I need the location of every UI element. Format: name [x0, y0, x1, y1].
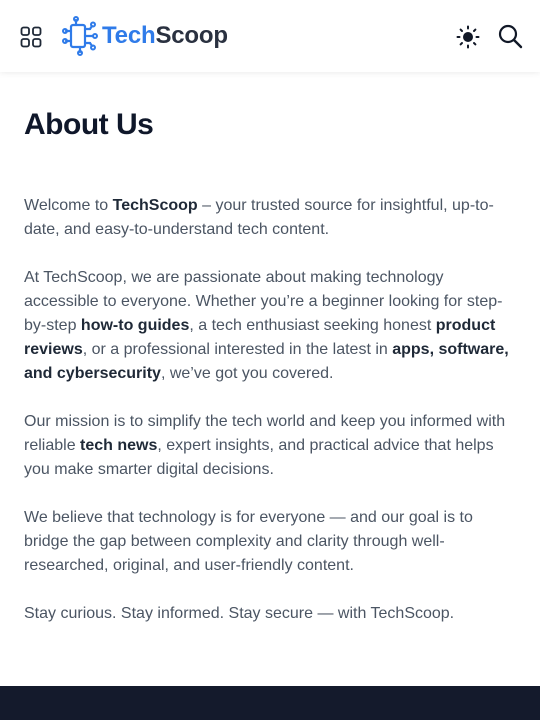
grid-icon [20, 26, 42, 48]
belief-paragraph: We believe that technology is for everyo… [24, 509, 473, 574]
theme-toggle-button[interactable] [455, 24, 481, 50]
site-header: TechScoop [0, 0, 540, 72]
site-logo-link[interactable]: TechScoop [62, 16, 228, 56]
page-title: About Us [24, 108, 154, 141]
closing-paragraph: Stay curious. Stay informed. Stay secure… [24, 605, 455, 622]
sun-icon [456, 25, 480, 49]
text-span: Welcome to [24, 197, 113, 214]
site-footer [0, 686, 540, 720]
brand-name-part2: Scoop [155, 22, 228, 49]
bold-text: tech news [80, 437, 158, 454]
about-text: Welcome to TechScoop – your trusted sour… [24, 194, 518, 650]
bold-text: how-to guides [80, 317, 190, 334]
search-icon [498, 24, 523, 49]
passion-paragraph: At TechScoop, we are passionate about ma… [24, 266, 518, 386]
brand-name-part1: Tech [102, 22, 156, 49]
grid-menu-button[interactable] [19, 25, 43, 49]
text-span: , we’ve got you covered. [160, 365, 334, 382]
bold-text: TechScoop [112, 197, 198, 214]
search-button[interactable] [497, 23, 523, 49]
circuit-logo-icon [62, 16, 98, 56]
brand-name: TechScoop [102, 16, 228, 56]
text-span: , or a professional interested in the la… [82, 341, 393, 358]
mission-paragraph: Our mission is to simplify the tech worl… [24, 410, 518, 482]
intro-paragraph: Welcome to TechScoop – your trusted sour… [24, 194, 518, 242]
text-span: , a tech enthusiast seeking honest [189, 317, 436, 334]
